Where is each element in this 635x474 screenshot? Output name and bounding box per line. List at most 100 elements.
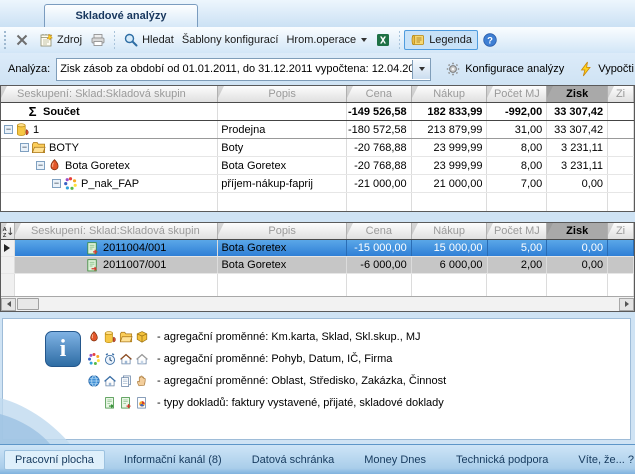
tree-row[interactable]: −Bota GoretexBota Goretex-20 768,8823 99… xyxy=(1,157,634,175)
bottom-tab-label: Informační kanál (8) xyxy=(124,454,222,466)
legend-row: - typy dokladů: faktury vystavené, přija… xyxy=(77,395,444,411)
grid-header-row: Seskupení: Sklad:Skladová skupinPopisCen… xyxy=(1,86,634,103)
row-marker-cell xyxy=(1,240,15,256)
legend-text: - agregační proměnné: Oblast, Středisko,… xyxy=(157,375,446,387)
column-header-poetmj[interactable]: Počet MJ xyxy=(487,86,547,102)
analysis-combobox[interactable]: Zisk zásob za období od 01.01.2011, do 3… xyxy=(56,58,431,81)
cell-text: 7,00 xyxy=(521,178,542,190)
close-icon xyxy=(14,32,30,48)
column-header-cena[interactable]: Cena xyxy=(347,86,412,102)
popis-cell xyxy=(218,103,347,120)
column-header-popis[interactable]: Popis xyxy=(218,86,347,102)
column-header-nkup[interactable]: Nákup xyxy=(412,223,488,239)
compute-button[interactable]: Vypočti xyxy=(578,61,634,77)
column-header-label: Zisk xyxy=(566,88,588,100)
source-button-label: Zdroj xyxy=(57,34,82,46)
globe-icon xyxy=(87,374,101,388)
horizontal-scrollbar[interactable] xyxy=(1,296,634,311)
column-header-zisk[interactable]: Zisk xyxy=(547,86,608,102)
toolbar-separator xyxy=(114,31,115,49)
value-cell xyxy=(608,175,634,192)
bottom-tab-v-te-e[interactable]: Víte, že... ? xyxy=(567,450,635,470)
column-header-zi[interactable]: Zi xyxy=(608,86,634,102)
column-header-label: Nákup xyxy=(433,225,465,237)
bottom-tab-technick-podpora[interactable]: Technická podpora xyxy=(445,450,559,470)
info-icon: i xyxy=(45,331,81,367)
tree-group-cell: ΣSoučet xyxy=(1,103,218,120)
column-header-zi[interactable]: Zi xyxy=(608,223,634,239)
filler-cell xyxy=(608,193,634,211)
column-header-label: Počet MJ xyxy=(494,88,540,100)
document-row[interactable]: 2011007/001Bota Goretex-6 000,006 000,00… xyxy=(1,257,634,274)
legend-row: - agregační proměnné: Pohyb, Datum, IČ, … xyxy=(77,351,392,367)
bottom-tab-money-dnes[interactable]: Money Dnes xyxy=(353,450,437,470)
value-cell xyxy=(608,103,634,120)
value-cell: 33 307,42 xyxy=(547,103,608,120)
column-header-label: Počet MJ xyxy=(494,225,540,237)
tree-row[interactable]: ΣSoučet-149 526,58182 833,99-992,0033 30… xyxy=(1,103,634,121)
cell-text: 23 999,99 xyxy=(434,142,483,154)
svg-text:A: A xyxy=(3,227,7,233)
excel-export-button[interactable] xyxy=(371,30,395,50)
expander-minus-box[interactable]: − xyxy=(20,143,29,152)
svg-text:Σ: Σ xyxy=(29,104,37,119)
bottom-tab-label: Datová schránka xyxy=(252,454,335,466)
document-number: 2011004/001 xyxy=(103,242,166,254)
tree-row[interactable]: −1Prodejna-180 572,58213 879,9931,0033 3… xyxy=(1,121,634,139)
sort-corner-cell[interactable]: AZ xyxy=(1,223,15,239)
bulk-operations-button[interactable]: Hrom.operace xyxy=(282,32,371,48)
column-header-popis[interactable]: Popis xyxy=(218,223,347,239)
printer-icon xyxy=(90,32,106,48)
cell-text: 8,00 xyxy=(521,142,542,154)
cell-text: 182 833,99 xyxy=(427,106,482,118)
search-button[interactable]: Hledat xyxy=(119,30,178,50)
bottom-tab-label: Pracovní plocha xyxy=(15,454,94,466)
scroll-right-button[interactable] xyxy=(619,298,634,311)
config-templates-button[interactable]: Šablony konfigurací xyxy=(178,32,283,48)
bottom-tab-informa-n-kan-l-8[interactable]: Informační kanál (8) xyxy=(113,450,233,470)
tree-row[interactable]: −P_nak_FAPpříjem-nákup-faprij-21 000,002… xyxy=(1,175,634,193)
tree-row[interactable]: −BOTYBoty-20 768,8823 999,998,003 231,11 xyxy=(1,139,634,157)
search-icon xyxy=(123,32,139,48)
document-row[interactable]: 2011004/001Bota Goretex-15 000,0015 000,… xyxy=(1,240,634,257)
column-header-poetmj[interactable]: Počet MJ xyxy=(487,223,547,239)
scrollbar-thumb[interactable] xyxy=(17,298,39,310)
bottom-tab-pracovn-plocha[interactable]: Pracovní plocha xyxy=(4,450,105,470)
expander-minus-box[interactable]: − xyxy=(4,125,13,134)
column-header-nkup[interactable]: Nákup xyxy=(412,86,488,102)
value-cell: 182 833,99 xyxy=(412,103,488,120)
invoice-out-icon xyxy=(103,396,117,410)
help-button[interactable]: ? xyxy=(478,30,502,50)
clock-icon xyxy=(103,352,117,366)
svg-text:Z: Z xyxy=(3,233,7,238)
house-firma-icon xyxy=(135,352,149,366)
tree-group-cell: −1 xyxy=(1,121,218,138)
tab-skladove-analyzy[interactable]: Skladové analýzy xyxy=(44,4,198,27)
expander-minus-box[interactable]: − xyxy=(52,179,61,188)
toolbar-grip[interactable] xyxy=(2,31,7,49)
legend-toggle-button[interactable]: Legenda xyxy=(404,30,478,50)
print-button[interactable] xyxy=(86,30,110,50)
close-button[interactable] xyxy=(10,30,34,50)
column-header-zisk[interactable]: Zisk xyxy=(547,223,608,239)
sum-sigma-icon: Σ xyxy=(25,104,40,119)
cell-text: -992,00 xyxy=(505,106,542,118)
analysis-config-button[interactable]: Konfigurace analýzy xyxy=(445,61,564,77)
column-header-group[interactable]: Seskupení: Sklad:Skladová skupin xyxy=(15,223,218,239)
value-cell: 23 999,99 xyxy=(412,139,488,156)
bottom-tab-datov-schr-nka[interactable]: Datová schránka xyxy=(241,450,346,470)
source-button[interactable]: Zdroj xyxy=(34,30,86,50)
expander-minus-box[interactable]: − xyxy=(36,161,45,170)
column-header-cena[interactable]: Cena xyxy=(347,223,412,239)
tree-group-cell: −Bota Goretex xyxy=(1,157,218,174)
column-header-group[interactable]: Seskupení: Sklad:Skladová skupin xyxy=(1,86,218,102)
cell-text: 23 999,99 xyxy=(434,160,483,172)
analysis-combobox-dropdown[interactable] xyxy=(412,60,430,79)
scroll-left-button[interactable] xyxy=(1,298,16,311)
cell-text: -20 768,88 xyxy=(354,142,407,154)
analysis-grid: Seskupení: Sklad:Skladová skupinPopisCen… xyxy=(0,85,635,212)
analysis-bar: Analýza: Zisk zásob za období od 01.01.2… xyxy=(0,53,635,85)
grid-filler xyxy=(1,193,634,211)
cell-text: 6 000,00 xyxy=(440,259,483,271)
column-header-label: Zisk xyxy=(566,225,588,237)
